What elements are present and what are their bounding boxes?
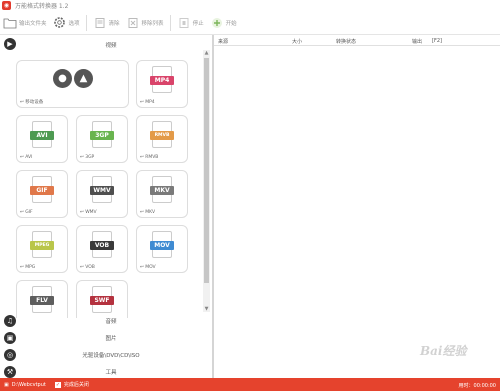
format-card-flv[interactable]: FLV xyxy=(16,280,68,318)
output-path-icon: ▣ xyxy=(4,381,9,388)
format-card-rmvb[interactable]: RMVB ↩ RMVB xyxy=(136,115,188,163)
scroll-up-icon[interactable]: ▲ xyxy=(203,50,210,56)
format-card-vob[interactable]: VOB ↩ VOB xyxy=(76,225,128,273)
android-icon: ▲ xyxy=(74,69,93,88)
format-card-wmv[interactable]: WMV ↩ WMV xyxy=(76,170,128,218)
stop-button[interactable]: 停止 xyxy=(174,13,207,33)
column-status[interactable]: 转换状态 xyxy=(336,38,356,45)
format-card-mp4[interactable]: MP4 ↩ MP4 xyxy=(136,60,188,108)
format-grid: ● ▲ ↩ 移动设备 MP4 ↩ MP4 AVI ↩ AVI 3GP ↩ 3GP… xyxy=(14,58,204,318)
app-logo-icon: ◉ xyxy=(2,1,11,10)
column-source[interactable]: 来源 xyxy=(218,38,228,45)
column-output[interactable]: 输出 xyxy=(412,38,422,45)
format-scrollbar[interactable]: ▲ ▼ xyxy=(203,50,210,312)
start-button[interactable]: 开始 xyxy=(207,13,240,33)
window-title: 万能格式转换器 1.2 xyxy=(15,3,69,10)
category-disc[interactable]: 光驱设备\DVD\CD\ISO xyxy=(18,351,204,361)
gif-file-icon: GIF xyxy=(30,176,54,203)
start-icon xyxy=(210,16,224,30)
column-size[interactable]: 大小 xyxy=(292,38,302,45)
format-card-avi[interactable]: AVI ↩ AVI xyxy=(16,115,68,163)
mkv-file-icon: MKV xyxy=(150,176,174,203)
elapsed-time: 用时：00:00:00 xyxy=(458,383,496,389)
gear-icon xyxy=(53,16,67,30)
category-image[interactable]: 图片 xyxy=(18,334,204,344)
category-audio[interactable]: 音频 xyxy=(18,317,204,327)
title-bar: ◉ 万能格式转换器 1.2 xyxy=(0,0,500,11)
tools-category-icon[interactable]: ⚒ xyxy=(4,366,16,378)
swf-file-icon: SWF xyxy=(90,286,114,313)
clear-button[interactable]: 清除 xyxy=(90,13,123,33)
mov-file-icon: MOV xyxy=(150,231,174,258)
avi-file-icon: AVI xyxy=(30,121,54,148)
apple-icon: ● xyxy=(53,69,72,88)
watermark: Bai经验 xyxy=(420,344,467,358)
vob-file-icon: VOB xyxy=(90,231,114,258)
task-table-header: 来源 大小 转换状态 输出 [F2] xyxy=(214,35,500,46)
mpeg-file-icon: MPEG xyxy=(30,231,54,258)
toolbar-separator xyxy=(169,14,171,31)
disc-category-icon[interactable]: ◎ xyxy=(4,349,16,361)
category-tools[interactable]: 工具 xyxy=(18,368,204,378)
remove-list-icon xyxy=(126,16,140,30)
clear-icon xyxy=(93,16,107,30)
video-category-icon[interactable]: ▶ xyxy=(4,38,16,50)
stop-icon xyxy=(177,16,191,30)
task-list: 来源 大小 转换状态 输出 [F2] xyxy=(214,35,500,378)
toolbar: 输出文件夹 选项 清除 移除列表 停止 开始 xyxy=(0,11,500,35)
mp4-file-icon: MP4 xyxy=(150,66,174,93)
3gp-file-icon: 3GP xyxy=(90,121,114,148)
status-bar: ▣ D:\Webcvtput ✓ 完成后关闭 用时：00:00:00 xyxy=(0,378,500,391)
wmv-file-icon: WMV xyxy=(90,176,114,203)
format-panel: ▶ ♫ ▣ ◎ ⚒ 视频 音频 图片 光驱设备\DVD\CD\ISO 工具 ● … xyxy=(0,35,212,378)
format-card-gif[interactable]: GIF ↩ GIF xyxy=(16,170,68,218)
format-card-mov[interactable]: MOV ↩ MOV xyxy=(136,225,188,273)
format-card-mkv[interactable]: MKV ↩ MKV xyxy=(136,170,188,218)
remove-list-button[interactable]: 移除列表 xyxy=(123,13,167,33)
column-f2: [F2] xyxy=(432,38,442,44)
scroll-thumb[interactable] xyxy=(204,58,209,283)
format-card-swf[interactable]: SWF xyxy=(76,280,128,318)
format-card-mpg[interactable]: MPEG ↩ MPG xyxy=(16,225,68,273)
output-folder-button[interactable]: 输出文件夹 xyxy=(0,13,50,33)
rmvb-file-icon: RMVB xyxy=(150,121,174,148)
mobile-devices-icon: ● ▲ xyxy=(53,69,93,91)
image-category-icon[interactable]: ▣ xyxy=(4,332,16,344)
scroll-down-icon[interactable]: ▼ xyxy=(203,306,210,312)
output-path[interactable]: D:\Webcvtput xyxy=(12,382,46,388)
options-button[interactable]: 选项 xyxy=(50,13,83,33)
category-video[interactable]: 视频 xyxy=(18,41,204,51)
shutdown-checkbox[interactable]: ✓ xyxy=(54,381,61,388)
shutdown-label: 完成后关闭 xyxy=(63,382,89,388)
folder-icon xyxy=(3,16,17,30)
toolbar-separator xyxy=(85,14,87,31)
flv-file-icon: FLV xyxy=(30,286,54,313)
format-card-mobile[interactable]: ● ▲ ↩ 移动设备 xyxy=(16,60,129,108)
format-card-3gp[interactable]: 3GP ↩ 3GP xyxy=(76,115,128,163)
